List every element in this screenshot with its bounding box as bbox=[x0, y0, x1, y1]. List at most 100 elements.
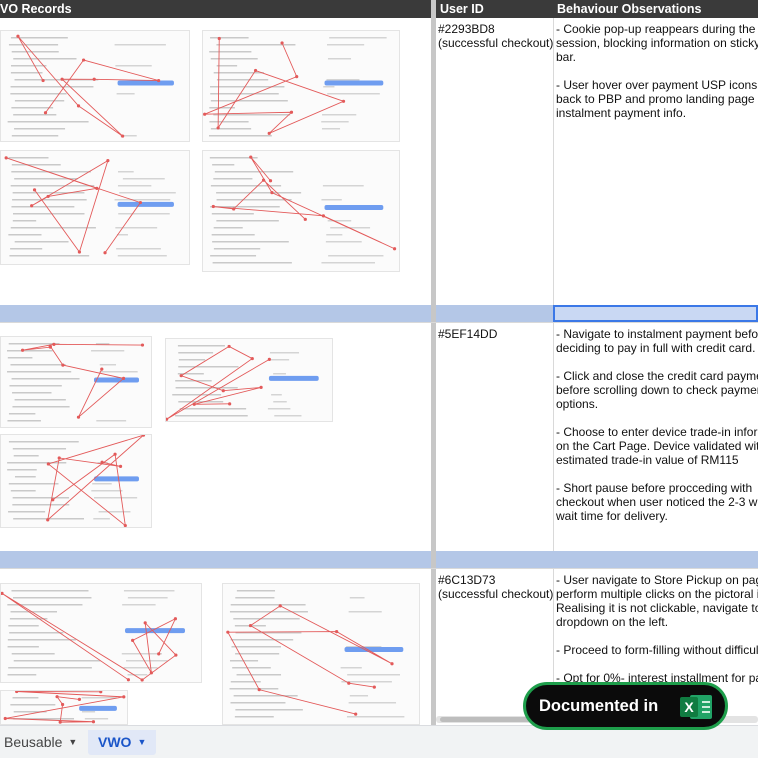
click-point bbox=[131, 638, 135, 642]
click-point bbox=[321, 214, 325, 218]
mock-button bbox=[94, 377, 139, 383]
click-point bbox=[55, 695, 59, 699]
click-point bbox=[126, 678, 130, 682]
heatmap-overlay bbox=[3, 691, 126, 724]
mock-text-line bbox=[7, 646, 39, 648]
mock-text-line bbox=[127, 597, 168, 599]
recording-thumbnail[interactable] bbox=[202, 150, 400, 272]
recording-thumbnail[interactable] bbox=[0, 336, 152, 428]
mock-button bbox=[94, 476, 139, 482]
divider-row[interactable] bbox=[0, 551, 758, 568]
mock-text-line bbox=[213, 72, 264, 74]
mock-text-line bbox=[213, 248, 261, 250]
user-id-cell[interactable]: #6C13D73 (successful checkout) bbox=[438, 573, 553, 601]
click-point bbox=[16, 34, 20, 38]
click-point bbox=[121, 134, 125, 138]
observations-cell[interactable]: - User navigate to Store Pickup on page … bbox=[556, 573, 758, 699]
mock-text-line bbox=[13, 660, 101, 662]
click-point bbox=[76, 104, 81, 108]
frozen-gap bbox=[431, 551, 436, 568]
heatmap-overlay bbox=[209, 155, 397, 264]
mock-text-line bbox=[7, 371, 72, 373]
mock-text-line bbox=[122, 178, 165, 180]
sheet-tab-vwo[interactable]: VWO ▼ bbox=[88, 730, 157, 755]
mock-text-line bbox=[8, 483, 59, 485]
row-gridline bbox=[0, 322, 758, 323]
click-point bbox=[203, 112, 207, 116]
mock-text-line bbox=[7, 350, 53, 352]
mock-text-line bbox=[12, 392, 52, 394]
user-id-cell[interactable]: #2293BD8 (successful checkout) bbox=[438, 22, 553, 50]
mock-button bbox=[117, 201, 174, 207]
mock-text-line bbox=[10, 364, 66, 366]
click-point bbox=[192, 402, 196, 406]
mock-text-line bbox=[93, 518, 110, 520]
mock-text-line bbox=[10, 65, 47, 67]
mock-text-line bbox=[10, 93, 67, 95]
click-point bbox=[278, 604, 282, 608]
recording-thumbnail[interactable] bbox=[165, 338, 333, 422]
click-point bbox=[347, 681, 351, 685]
observations-cell[interactable]: - Navigate to instalment payment befor d… bbox=[556, 327, 758, 537]
column-header-records[interactable]: VO Records bbox=[0, 0, 431, 18]
mock-button bbox=[79, 705, 117, 711]
click-point bbox=[51, 498, 55, 502]
divider-row[interactable] bbox=[0, 305, 758, 322]
observation-item: - Click and close the credit card payme … bbox=[556, 369, 758, 411]
click-point bbox=[179, 374, 183, 378]
click-point bbox=[250, 356, 254, 361]
click-point bbox=[295, 75, 299, 79]
recording-thumbnail[interactable] bbox=[0, 434, 152, 528]
excel-icon: X bbox=[680, 693, 714, 721]
mock-text-line bbox=[269, 352, 300, 354]
frozen-column-divider[interactable] bbox=[431, 0, 436, 725]
mock-text-line bbox=[234, 716, 274, 718]
click-point bbox=[15, 691, 19, 694]
mock-text-line bbox=[98, 511, 131, 513]
recording-thumbnail[interactable] bbox=[202, 30, 400, 142]
sheet-tab-beusable[interactable]: Beusable ▼ bbox=[0, 730, 81, 755]
click-point bbox=[173, 617, 178, 621]
recording-thumbnail[interactable] bbox=[0, 690, 128, 725]
mock-text-line bbox=[14, 128, 66, 130]
mock-text-line bbox=[10, 72, 43, 74]
recording-thumbnail[interactable] bbox=[0, 583, 202, 683]
click-point bbox=[103, 251, 107, 255]
mock-text-line bbox=[327, 93, 380, 95]
mock-text-line bbox=[7, 462, 67, 464]
mock-text-line bbox=[11, 107, 54, 109]
mock-button bbox=[324, 205, 384, 210]
mock-text-line bbox=[10, 86, 94, 88]
click-point bbox=[99, 691, 103, 694]
column-header-observations[interactable]: Behaviour Observations bbox=[553, 0, 758, 18]
mock-text-line bbox=[269, 359, 290, 361]
observation-item: - Cookie pop-up reappears during the ses… bbox=[556, 22, 758, 64]
click-point bbox=[211, 204, 215, 209]
mock-text-line bbox=[99, 364, 117, 366]
mock-text-line bbox=[326, 234, 343, 236]
mock-text-line bbox=[212, 262, 292, 264]
column-header-user-id[interactable]: User ID bbox=[436, 0, 553, 18]
user-id-cell[interactable]: #5EF14DD bbox=[438, 327, 553, 341]
mock-text-line bbox=[229, 611, 308, 613]
click-point bbox=[280, 41, 284, 45]
checkout-status: (successful checkout) bbox=[438, 587, 553, 601]
mock-text-line bbox=[123, 667, 158, 669]
mock-text-line bbox=[329, 37, 387, 39]
click-point bbox=[43, 111, 48, 115]
mock-text-line bbox=[210, 37, 249, 39]
click-point bbox=[48, 344, 52, 348]
recording-thumbnail[interactable] bbox=[0, 30, 190, 142]
recording-thumbnail[interactable] bbox=[222, 583, 420, 725]
mock-text-line bbox=[13, 58, 77, 60]
click-point bbox=[303, 217, 307, 221]
click-point bbox=[77, 250, 82, 254]
mock-text-line bbox=[8, 441, 79, 443]
mock-text-line bbox=[7, 121, 89, 123]
mock-text-line bbox=[10, 611, 58, 613]
selected-cell[interactable] bbox=[553, 305, 758, 322]
mock-text-line bbox=[235, 597, 275, 599]
observations-cell[interactable]: - Cookie pop-up reappears during the ses… bbox=[556, 22, 758, 134]
mock-text-line bbox=[210, 58, 258, 60]
recording-thumbnail[interactable] bbox=[0, 150, 190, 265]
